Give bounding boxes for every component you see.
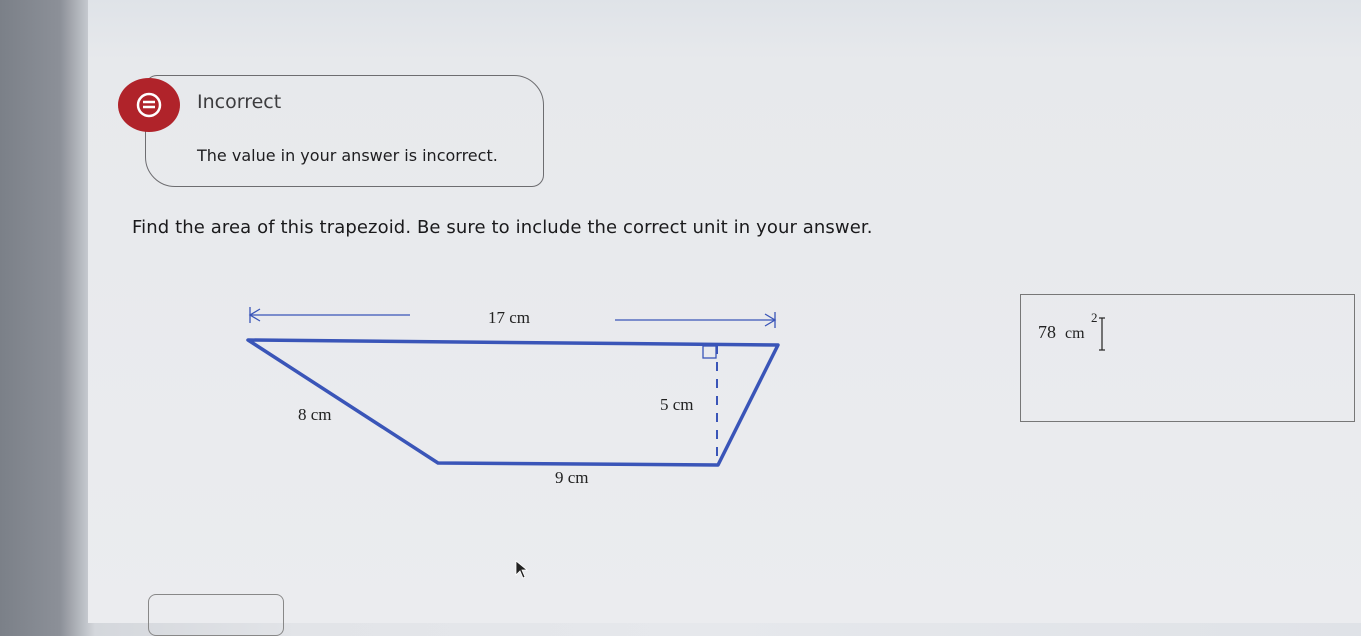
incorrect-icon	[118, 78, 180, 132]
answer-unit: cm	[1065, 325, 1085, 342]
text-cursor-icon	[1099, 317, 1105, 351]
mouse-pointer-icon	[515, 560, 529, 579]
trapezoid-shape	[246, 338, 780, 467]
bottom-base-label: 9 cm	[555, 468, 589, 487]
right-angle-marker	[702, 345, 717, 359]
answer-exponent[interactable]: 2	[1091, 310, 1098, 326]
height-label: 5 cm	[660, 395, 694, 414]
question-text: Find the area of this trapezoid. Be sure…	[132, 217, 873, 238]
feedback-message: The value in your answer is incorrect.	[197, 146, 498, 165]
answer-value[interactable]: 78	[1038, 322, 1056, 343]
check-button[interactable]	[148, 594, 284, 636]
top-base-label: 17 cm	[488, 308, 530, 327]
slant-side-label: 8 cm	[298, 405, 332, 424]
answer-input-box[interactable]	[1020, 294, 1355, 422]
trapezoid-figure: 17 cm 5 cm 8 cm 9 cm	[246, 307, 780, 487]
feedback-title: Incorrect	[197, 91, 282, 113]
